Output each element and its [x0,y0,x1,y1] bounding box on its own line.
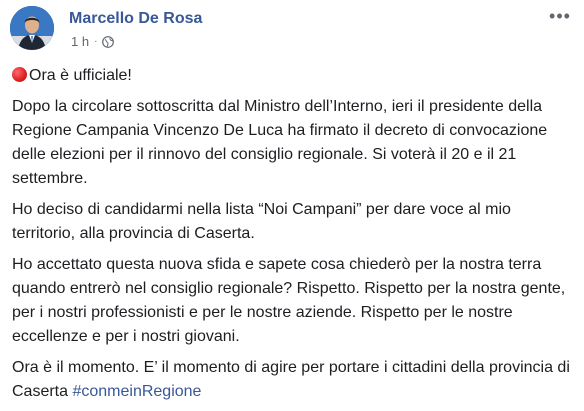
globe-icon[interactable] [102,35,115,48]
paragraph-2: Ho deciso di candidarmi nella lista “Noi… [12,201,511,242]
more-options-icon[interactable]: ••• [548,6,572,26]
author-name[interactable]: Marcello De Rosa [69,10,202,28]
facebook-post: Marcello De Rosa 1 h · ••• Ora è ufficia… [0,0,584,411]
post-body: Ora è ufficiale! Dopo la circolare sotto… [12,64,572,411]
avatar[interactable] [10,6,54,50]
paragraph-1: Dopo la circolare sottoscritta dal Minis… [12,98,548,187]
profile-avatar-icon [10,6,54,50]
hashtag-link[interactable]: #conmeinRegione [72,383,201,400]
post-meta: 1 h · [71,34,115,49]
post-timestamp[interactable]: 1 h [71,34,89,49]
headline-text: Ora è ufficiale! [29,67,132,84]
post-header: Marcello De Rosa 1 h · ••• [10,4,574,54]
meta-separator: · [94,36,98,47]
paragraph-closing: Ora è il momento. E’ il momento di agire… [12,356,572,404]
red-circle-emoji-icon [12,67,27,82]
paragraph-3: Ho accettato questa nuova sfida e sapete… [12,256,566,345]
post-headline: Ora è ufficiale! [12,64,572,88]
